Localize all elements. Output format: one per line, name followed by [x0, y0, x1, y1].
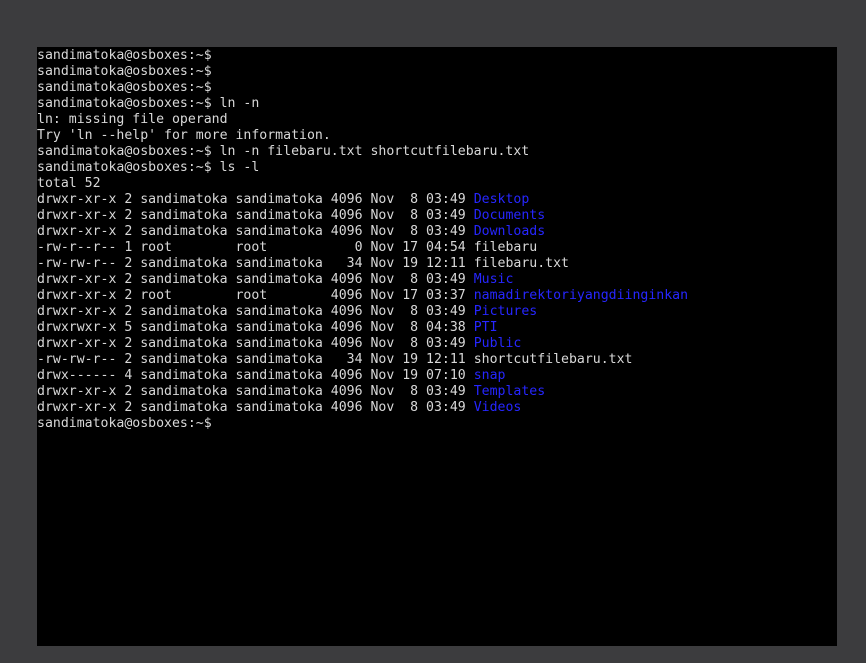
listing-attributes: drwxr-xr-x 2 root root 4096 Nov 17 03:37: [37, 288, 474, 303]
directory-name: Pictures: [473, 304, 538, 319]
listing-row: -rw-r--r-- 1 root root 0 Nov 17 04:54 fi…: [37, 240, 837, 256]
file-name: filebaru: [473, 240, 538, 255]
listing-attributes: drwxr-xr-x 2 sandimatoka sandimatoka 409…: [37, 192, 474, 207]
directory-name: Templates: [473, 384, 546, 399]
terminal-line: total 52: [37, 176, 837, 192]
line-text: sandimatoka@osboxes:~$: [37, 416, 212, 431]
line-text: sandimatoka@osboxes:~$: [37, 64, 212, 79]
terminal-line: Try 'ln --help' for more information.: [37, 128, 837, 144]
file-name: filebaru.txt: [473, 256, 569, 271]
listing-attributes: drwxr-xr-x 2 sandimatoka sandimatoka 409…: [37, 272, 474, 287]
directory-name: namadirektoriyangdiinginkan: [473, 288, 689, 303]
listing-attributes: drwxr-xr-x 2 sandimatoka sandimatoka 409…: [37, 208, 474, 223]
listing-attributes: drwxr-xr-x 2 sandimatoka sandimatoka 409…: [37, 336, 474, 351]
listing-attributes: drwxr-xr-x 2 sandimatoka sandimatoka 409…: [37, 304, 474, 319]
listing-row: drwxr-xr-x 2 sandimatoka sandimatoka 409…: [37, 304, 837, 320]
listing-row: drwxrwxr-x 5 sandimatoka sandimatoka 409…: [37, 320, 837, 336]
listing-attributes: drwxrwxr-x 5 sandimatoka sandimatoka 409…: [37, 320, 474, 335]
listing-attributes: drwx------ 4 sandimatoka sandimatoka 409…: [37, 368, 474, 383]
terminal-line: sandimatoka@osboxes:~$: [37, 48, 837, 64]
listing-attributes: drwxr-xr-x 2 sandimatoka sandimatoka 409…: [37, 400, 474, 415]
terminal-screen: sandimatoka@osboxes:~$ sandimatoka@osboxe…: [37, 47, 837, 432]
listing-attributes: -rw-rw-r-- 2 sandimatoka sandimatoka 34 …: [37, 352, 474, 367]
line-text: Try 'ln --help' for more information.: [37, 128, 331, 143]
terminal-line: ln: missing file operand: [37, 112, 837, 128]
line-text: ln: missing file operand: [37, 112, 228, 127]
directory-name: Desktop: [473, 192, 530, 207]
terminal-line: sandimatoka@osboxes:~$ ln -n: [37, 96, 837, 112]
listing-row: drwxr-xr-x 2 root root 4096 Nov 17 03:37…: [37, 288, 837, 304]
terminal-window[interactable]: sandimatoka@osboxes:~$ sandimatoka@osboxe…: [37, 47, 837, 646]
listing-row: -rw-rw-r-- 2 sandimatoka sandimatoka 34 …: [37, 352, 837, 368]
terminal-line: sandimatoka@osboxes:~$: [37, 80, 837, 96]
directory-name: PTI: [473, 320, 498, 335]
file-name: shortcutfilebaru.txt: [473, 352, 633, 367]
directory-name: Public: [473, 336, 522, 351]
listing-row: drwxr-xr-x 2 sandimatoka sandimatoka 409…: [37, 224, 837, 240]
terminal-line: sandimatoka@osboxes:~$: [37, 416, 837, 432]
line-text: total 52: [37, 176, 101, 191]
listing-attributes: drwxr-xr-x 2 sandimatoka sandimatoka 409…: [37, 224, 474, 239]
directory-name: Downloads: [473, 224, 546, 239]
listing-row: drwx------ 4 sandimatoka sandimatoka 409…: [37, 368, 837, 384]
listing-row: drwxr-xr-x 2 sandimatoka sandimatoka 409…: [37, 192, 837, 208]
directory-name: Documents: [473, 208, 546, 223]
listing-row: drwxr-xr-x 2 sandimatoka sandimatoka 409…: [37, 336, 837, 352]
listing-attributes: -rw-r--r-- 1 root root 0 Nov 17 04:54: [37, 240, 474, 255]
listing-row: drwxr-xr-x 2 sandimatoka sandimatoka 409…: [37, 400, 837, 416]
terminal-line: sandimatoka@osboxes:~$: [37, 64, 837, 80]
line-text: sandimatoka@osboxes:~$: [37, 80, 212, 95]
line-text: sandimatoka@osboxes:~$ ls -l: [37, 160, 260, 175]
listing-row: drwxr-xr-x 2 sandimatoka sandimatoka 409…: [37, 272, 837, 288]
listing-attributes: -rw-rw-r-- 2 sandimatoka sandimatoka 34 …: [37, 256, 474, 271]
listing-row: drwxr-xr-x 2 sandimatoka sandimatoka 409…: [37, 208, 837, 224]
directory-name: snap: [473, 368, 506, 383]
listing-attributes: drwxr-xr-x 2 sandimatoka sandimatoka 409…: [37, 384, 474, 399]
directory-name: Music: [473, 272, 514, 287]
line-text: sandimatoka@osboxes:~$ ln -n: [37, 96, 260, 111]
terminal-line: sandimatoka@osboxes:~$ ln -n filebaru.tx…: [37, 144, 837, 160]
listing-row: -rw-rw-r-- 2 sandimatoka sandimatoka 34 …: [37, 256, 837, 272]
line-text: sandimatoka@osboxes:~$: [37, 48, 212, 63]
listing-row: drwxr-xr-x 2 sandimatoka sandimatoka 409…: [37, 384, 837, 400]
directory-name: Videos: [473, 400, 522, 415]
terminal-line: sandimatoka@osboxes:~$ ls -l: [37, 160, 837, 176]
line-text: sandimatoka@osboxes:~$ ln -n filebaru.tx…: [37, 144, 530, 159]
